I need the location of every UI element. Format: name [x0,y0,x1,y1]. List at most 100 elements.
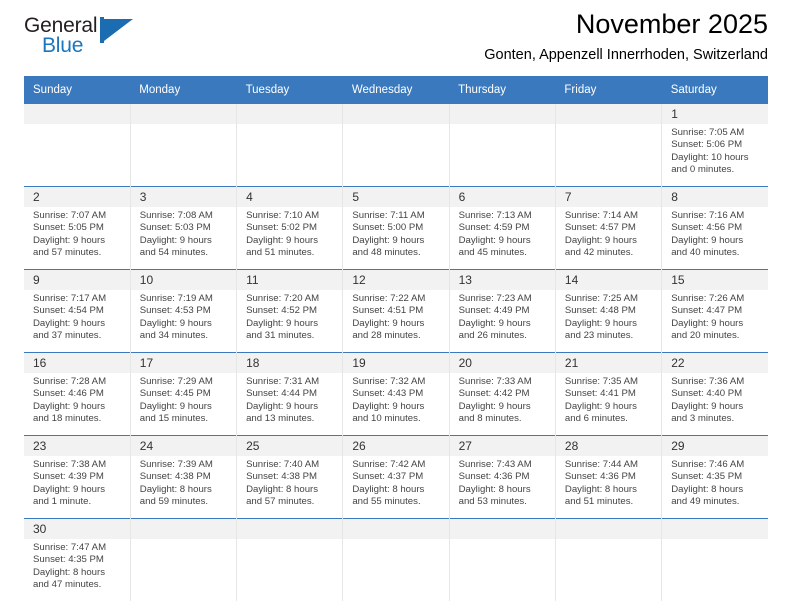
sunrise-time: Sunrise: 7:33 AM [458,376,532,387]
calendar-week-row: 30 Sunrise: 7:47 AM Sunset: 4:35 PM Dayligh… [24,518,768,601]
sunrise-time: Sunrise: 7:32 AM [352,376,426,387]
calendar-day-cell[interactable]: 12 Sunrise: 7:22 AM Sunset: 4:51 PM Dayligh… [342,269,450,353]
day-cell-body [131,124,236,186]
calendar-day-cell-empty [554,518,662,601]
title-block: November 2025 Gonten, Appenzell Innerrho… [484,0,768,65]
calendar-day-cell[interactable]: 21 Sunrise: 7:35 AM Sunset: 4:41 PM Dayligh… [554,352,662,436]
daylight-duration-line2: and 48 minutes. [352,246,421,258]
daylight-duration-line1: Daylight: 9 hours [671,317,744,329]
calendar-day-cell[interactable]: 20 Sunrise: 7:33 AM Sunset: 4:42 PM Dayligh… [448,352,556,436]
day-number [555,104,662,124]
calendar-day-cell[interactable]: 28 Sunrise: 7:44 AM Sunset: 4:36 PM Dayligh… [554,435,662,519]
calendar-day-cell[interactable]: 8 Sunrise: 7:16 AM Sunset: 4:56 PM Daylight… [661,186,768,270]
daylight-duration-line2: and 47 minutes. [33,578,102,590]
day-cell-body: Sunrise: 7:07 AM Sunset: 5:05 PM Daylight:… [24,207,130,269]
calendar-day-cell[interactable]: 5 Sunrise: 7:11 AM Sunset: 5:00 PM Daylight… [342,186,450,270]
day-cell-body: Sunrise: 7:32 AM Sunset: 4:43 PM Daylight:… [343,373,448,435]
logo-text-blue: Blue [42,34,84,57]
weekday-header-monday: Monday [130,76,237,104]
day-cell-body [237,539,342,601]
sunrise-time: Sunrise: 7:28 AM [33,376,107,387]
calendar-day-cell[interactable]: 27 Sunrise: 7:43 AM Sunset: 4:36 PM Dayligh… [448,435,556,519]
day-number: 1 [662,104,768,124]
calendar-day-cell[interactable]: 10 Sunrise: 7:19 AM Sunset: 4:53 PM Dayligh… [129,269,237,353]
daylight-duration-line1: Daylight: 9 hours [352,234,425,246]
calendar-day-cell[interactable]: 16 Sunrise: 7:28 AM Sunset: 4:46 PM Dayligh… [24,352,131,436]
daylight-duration-line2: and 15 minutes. [139,412,209,424]
daylight-duration-line2: and 31 minutes. [246,329,315,341]
calendar-day-cell[interactable]: 15 Sunrise: 7:26 AM Sunset: 4:47 PM Dayligh… [661,269,768,353]
daylight-duration-line2: and 20 minutes. [671,329,740,341]
sunset-time: Sunset: 4:57 PM [564,222,636,234]
calendar-day-cell[interactable]: 7 Sunrise: 7:14 AM Sunset: 4:57 PM Daylight… [554,186,662,270]
calendar-week-row: 9 Sunrise: 7:17 AM Sunset: 4:54 PM Daylight… [24,269,768,353]
daylight-duration-line1: Daylight: 9 hours [671,400,744,412]
day-cell-body: Sunrise: 7:36 AM Sunset: 4:40 PM Daylight:… [662,373,768,435]
day-number [130,104,237,124]
calendar-day-cell-empty [448,104,556,187]
calendar-day-cell[interactable]: 25 Sunrise: 7:40 AM Sunset: 4:38 PM Dayligh… [236,435,343,519]
day-cell-body: Sunrise: 7:26 AM Sunset: 4:47 PM Daylight:… [662,290,768,352]
daylight-duration-line1: Daylight: 9 hours [671,234,744,246]
daylight-duration-line2: and 0 minutes. [671,163,735,175]
day-cell-body [343,539,448,601]
day-cell-body: Sunrise: 7:44 AM Sunset: 4:36 PM Daylight:… [556,456,661,518]
day-cell-body: Sunrise: 7:08 AM Sunset: 5:03 PM Daylight:… [131,207,236,269]
day-cell-body: Sunrise: 7:29 AM Sunset: 4:45 PM Daylight:… [131,373,236,435]
daylight-duration-line1: Daylight: 9 hours [33,234,105,246]
calendar-week-row: 1 Sunrise: 7:05 AM Sunset: 5:06 PM Daylight… [24,104,768,187]
calendar-day-cell[interactable]: 24 Sunrise: 7:39 AM Sunset: 4:38 PM Dayligh… [129,435,237,519]
sunrise-time: Sunrise: 7:31 AM [246,376,320,387]
sunrise-time: Sunrise: 7:08 AM [139,210,213,221]
sunset-time: Sunset: 4:56 PM [671,222,743,234]
day-number: 10 [130,270,237,290]
daylight-duration-line1: Daylight: 9 hours [33,400,105,412]
day-cell-body [556,124,661,186]
day-cell-body: Sunrise: 7:22 AM Sunset: 4:51 PM Daylight:… [343,290,448,352]
sunset-time: Sunset: 5:02 PM [246,222,317,234]
day-number: 27 [449,436,555,456]
flag-triangle-icon [100,17,134,43]
calendar-day-cell[interactable]: 4 Sunrise: 7:10 AM Sunset: 5:02 PM Daylight… [236,186,343,270]
calendar-day-cell[interactable]: 6 Sunrise: 7:13 AM Sunset: 4:59 PM Daylight… [448,186,556,270]
day-cell-body: Sunrise: 7:43 AM Sunset: 4:36 PM Daylight:… [450,456,555,518]
daylight-duration-line2: and 23 minutes. [564,329,634,341]
day-cell-body: Sunrise: 7:40 AM Sunset: 4:38 PM Daylight:… [237,456,342,518]
calendar-day-cell[interactable]: 18 Sunrise: 7:31 AM Sunset: 4:44 PM Dayligh… [236,352,343,436]
calendar-day-cell[interactable]: 22 Sunrise: 7:36 AM Sunset: 4:40 PM Dayligh… [661,352,768,436]
calendar-day-cell[interactable]: 9 Sunrise: 7:17 AM Sunset: 4:54 PM Daylight… [24,269,131,353]
calendar-day-cell[interactable]: 29 Sunrise: 7:46 AM Sunset: 4:35 PM Dayligh… [661,435,768,519]
sunrise-time: Sunrise: 7:16 AM [671,210,745,221]
sunset-time: Sunset: 4:35 PM [33,554,104,566]
daylight-duration-line2: and 53 minutes. [458,495,527,507]
calendar-day-cell[interactable]: 14 Sunrise: 7:25 AM Sunset: 4:48 PM Dayligh… [554,269,662,353]
calendar-day-cell-empty [129,104,237,187]
sunrise-time: Sunrise: 7:36 AM [671,376,745,387]
general-blue-logo[interactable]: General Blue [24,14,144,64]
sunrise-time: Sunrise: 7:10 AM [246,210,320,221]
sunrise-time: Sunrise: 7:39 AM [139,459,213,470]
calendar-day-cell[interactable]: 13 Sunrise: 7:23 AM Sunset: 4:49 PM Dayligh… [448,269,556,353]
calendar-day-cell[interactable]: 19 Sunrise: 7:32 AM Sunset: 4:43 PM Dayligh… [342,352,450,436]
calendar-day-cell[interactable]: 3 Sunrise: 7:08 AM Sunset: 5:03 PM Daylight… [129,186,237,270]
day-number: 24 [130,436,237,456]
weekday-header-wednesday: Wednesday [342,76,450,104]
sunrise-time: Sunrise: 7:14 AM [564,210,638,221]
location-subtitle: Gonten, Appenzell Innerrhoden, Switzerla… [484,47,768,63]
calendar-body: 1 Sunrise: 7:05 AM Sunset: 5:06 PM Daylight… [24,104,768,601]
calendar-day-cell[interactable]: 17 Sunrise: 7:29 AM Sunset: 4:45 PM Dayligh… [129,352,237,436]
daylight-duration-line1: Daylight: 8 hours [352,483,425,495]
sunrise-time: Sunrise: 7:20 AM [246,293,320,304]
day-cell-body: Sunrise: 7:39 AM Sunset: 4:38 PM Daylight:… [131,456,236,518]
sunrise-time: Sunrise: 7:46 AM [671,459,745,470]
calendar-day-cell[interactable]: 23 Sunrise: 7:38 AM Sunset: 4:39 PM Dayligh… [24,435,131,519]
calendar-day-cell[interactable]: 2 Sunrise: 7:07 AM Sunset: 5:05 PM Daylight… [24,186,131,270]
daylight-duration-line2: and 49 minutes. [671,495,740,507]
calendar-day-cell[interactable]: 26 Sunrise: 7:42 AM Sunset: 4:37 PM Dayligh… [342,435,450,519]
day-number [662,519,768,539]
calendar-day-cell[interactable]: 1 Sunrise: 7:05 AM Sunset: 5:06 PM Daylight… [661,104,768,187]
day-cell-body [662,539,768,601]
sunrise-time: Sunrise: 7:25 AM [564,293,638,304]
calendar-day-cell[interactable]: 30 Sunrise: 7:47 AM Sunset: 4:35 PM Dayligh… [24,518,131,601]
calendar-day-cell[interactable]: 11 Sunrise: 7:20 AM Sunset: 4:52 PM Dayligh… [236,269,343,353]
